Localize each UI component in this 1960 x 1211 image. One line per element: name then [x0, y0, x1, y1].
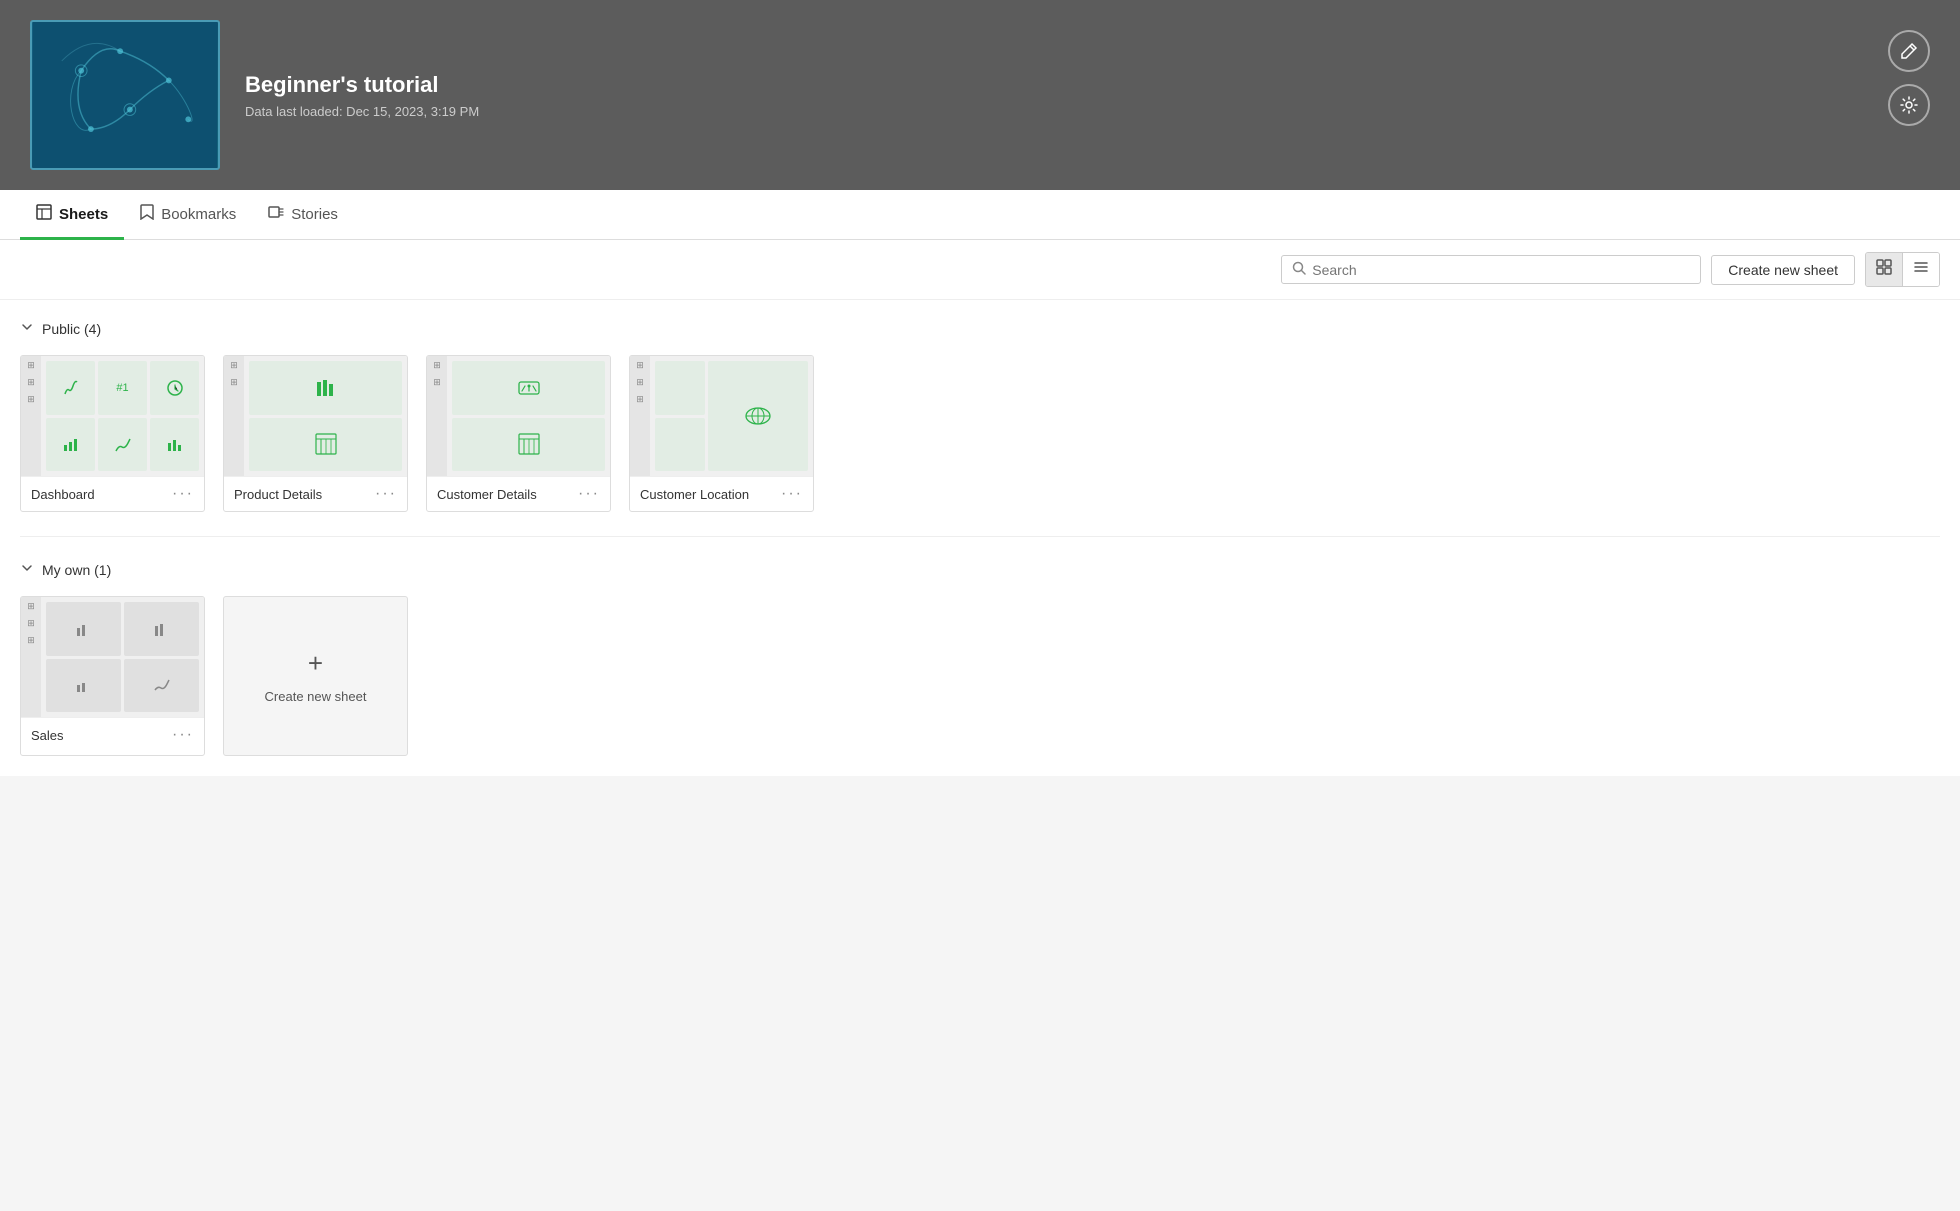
sheet-card-footer-product: Product Details ···	[224, 476, 407, 511]
preview-cell-5	[98, 418, 147, 472]
sheet-name-customer: Customer Details	[437, 487, 537, 502]
preview-customer-cell-2	[452, 418, 605, 472]
card-preview-location: ⊞ ⊞ ⊞	[630, 356, 813, 476]
sheet-menu-customer[interactable]: ···	[578, 485, 600, 503]
preview-sales-cell-4	[124, 659, 199, 713]
myown-sheets-grid: ⊞ ⊞ ⊞	[20, 596, 1940, 756]
sheet-card-product-details[interactable]: ⊞ ⊞ Product Details ···	[223, 355, 408, 512]
search-input[interactable]	[1312, 262, 1690, 278]
sheet-card-customer-location[interactable]: ⊞ ⊞ ⊞ Customer Location ···	[629, 355, 814, 512]
create-new-sheet-card[interactable]: + Create new sheet	[223, 596, 408, 756]
search-box[interactable]	[1281, 255, 1701, 284]
tab-stories-label: Stories	[291, 206, 338, 223]
stories-icon	[268, 204, 284, 225]
strip-icon-2: ⊞	[27, 377, 35, 388]
app-subtitle: Data last loaded: Dec 15, 2023, 3:19 PM	[245, 104, 479, 119]
tab-sheets[interactable]: Sheets	[20, 192, 124, 240]
sheet-card-footer-location: Customer Location ···	[630, 476, 813, 511]
card-strip-customer: ⊞ ⊞	[427, 356, 447, 476]
card-strip-location: ⊞ ⊞ ⊞	[630, 356, 650, 476]
card-preview-sales: ⊞ ⊞ ⊞	[21, 597, 204, 717]
sheet-card-dashboard[interactable]: ⊞ ⊞ ⊞ #1	[20, 355, 205, 512]
sheet-menu-location[interactable]: ···	[781, 485, 803, 503]
create-plus-icon: +	[308, 648, 323, 679]
preview-sales-cell-3	[46, 659, 121, 713]
myown-section-header[interactable]: My own (1)	[20, 561, 1940, 578]
sheet-card-footer-sales: Sales ···	[21, 717, 204, 752]
preview-sales-cell-1	[46, 602, 121, 656]
preview-product-cell-2	[249, 418, 402, 472]
preview-cell-6	[150, 418, 199, 472]
sheet-name-sales: Sales	[31, 728, 64, 743]
card-strip-dashboard: ⊞ ⊞ ⊞	[21, 356, 41, 476]
public-section-header[interactable]: Public (4)	[20, 320, 1940, 337]
card-strip-product: ⊞ ⊞	[224, 356, 244, 476]
preview-loc-cell-map	[708, 361, 808, 471]
card-preview-customer: ⊞ ⊞	[427, 356, 610, 476]
settings-button[interactable]	[1888, 84, 1930, 126]
preview-cell-4	[46, 418, 95, 472]
list-view-button[interactable]	[1903, 253, 1939, 286]
create-new-sheet-label: Create new sheet	[265, 689, 367, 704]
sheet-menu-product[interactable]: ···	[375, 485, 397, 503]
view-toggle	[1865, 252, 1940, 287]
myown-section-label: My own (1)	[42, 562, 111, 578]
create-new-sheet-button[interactable]: Create new sheet	[1711, 255, 1855, 285]
section-divider	[20, 536, 1940, 537]
chevron-down-icon-myown	[20, 561, 34, 578]
strip-icon-1: ⊞	[27, 360, 35, 371]
app-title: Beginner's tutorial	[245, 72, 479, 98]
app-header: Beginner's tutorial Data last loaded: De…	[0, 0, 1960, 190]
bookmarks-icon	[140, 204, 154, 225]
sheet-card-footer-customer: Customer Details ···	[427, 476, 610, 511]
grid-view-button[interactable]	[1866, 253, 1903, 286]
toolbar: Create new sheet	[0, 240, 1960, 300]
sheet-card-customer-details[interactable]: ⊞ ⊞ Customer Details ···	[426, 355, 611, 512]
header-actions	[1888, 30, 1930, 126]
strip-icon-3: ⊞	[27, 394, 35, 405]
tab-stories[interactable]: Stories	[252, 192, 354, 240]
tab-bookmarks-label: Bookmarks	[161, 206, 236, 223]
preview-loc-cell-1	[655, 361, 705, 415]
chevron-down-icon	[20, 320, 34, 337]
tab-bookmarks[interactable]: Bookmarks	[124, 192, 252, 240]
card-preview-dashboard: ⊞ ⊞ ⊞ #1	[21, 356, 204, 476]
sheet-card-sales[interactable]: ⊞ ⊞ ⊞	[20, 596, 205, 756]
sheet-menu-sales[interactable]: ···	[172, 726, 194, 744]
edit-button[interactable]	[1888, 30, 1930, 72]
preview-cell-2: #1	[98, 361, 147, 415]
public-sheets-grid: ⊞ ⊞ ⊞ #1	[20, 355, 1940, 512]
app-info: Beginner's tutorial Data last loaded: De…	[245, 72, 479, 119]
sheet-card-footer-dashboard: Dashboard ···	[21, 476, 204, 511]
preview-loc-cell-3	[655, 418, 705, 472]
sheets-icon	[36, 204, 52, 225]
public-section-label: Public (4)	[42, 321, 101, 337]
preview-cell-3	[150, 361, 199, 415]
card-strip-sales: ⊞ ⊞ ⊞	[21, 597, 41, 717]
tab-sheets-label: Sheets	[59, 206, 108, 223]
main-content: Public (4) ⊞ ⊞ ⊞ #1	[0, 300, 1960, 776]
card-preview-product: ⊞ ⊞	[224, 356, 407, 476]
preview-customer-cell-1	[452, 361, 605, 415]
preview-cell	[46, 361, 95, 415]
sheet-name-product: Product Details	[234, 487, 322, 502]
sheet-name-dashboard: Dashboard	[31, 487, 95, 502]
sheet-menu-dashboard[interactable]: ···	[172, 485, 194, 503]
search-icon	[1292, 261, 1306, 278]
nav-tabs: Sheets Bookmarks Stories	[0, 190, 1960, 240]
sheet-name-location: Customer Location	[640, 487, 749, 502]
preview-product-cell-1	[249, 361, 402, 415]
preview-sales-cell-2	[124, 602, 199, 656]
app-thumbnail	[30, 20, 220, 170]
